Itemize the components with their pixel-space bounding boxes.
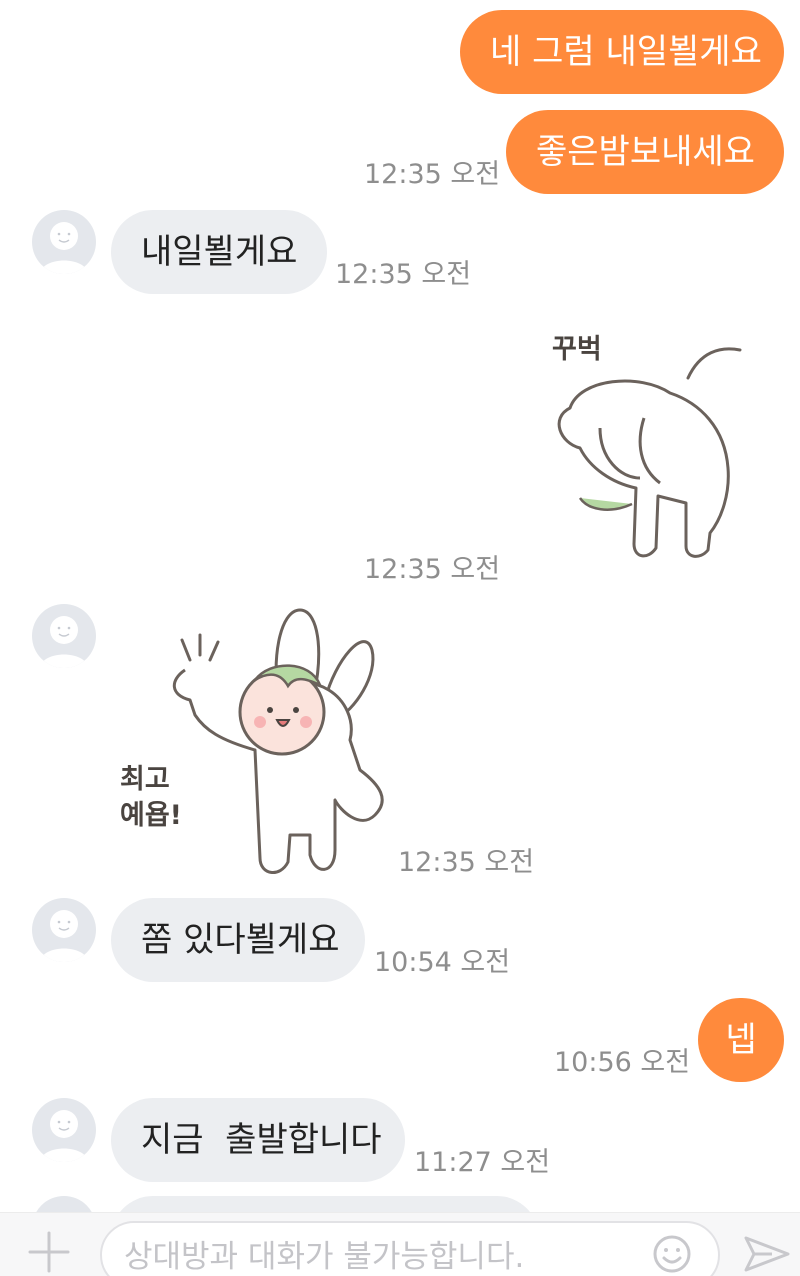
- message-bubble-outgoing[interactable]: 좋은밤보내세요: [506, 110, 784, 194]
- avatar[interactable]: [32, 898, 96, 962]
- default-avatar-icon: [40, 1110, 88, 1162]
- message-timestamp: 12:35 오전: [364, 554, 501, 585]
- send-icon[interactable]: [742, 1232, 792, 1276]
- message-timestamp: 10:54 오전: [374, 947, 511, 978]
- avatar[interactable]: [32, 1196, 96, 1212]
- message-bubble-incoming[interactable]: 쫌 있다뵐게요: [111, 898, 365, 982]
- default-avatar-icon: [40, 616, 88, 668]
- sticker-bowing-bunny[interactable]: 꾸벅: [540, 318, 750, 568]
- message-timestamp: 10:56 오전: [554, 1047, 691, 1078]
- default-avatar-icon: [40, 222, 88, 274]
- sticker-caption: 꾸벅: [552, 334, 602, 365]
- message-input-box[interactable]: [100, 1221, 720, 1276]
- message-timestamp: 12:35 오전: [398, 847, 535, 878]
- message-timestamp: 11:27 오전: [414, 1147, 551, 1178]
- avatar[interactable]: [32, 604, 96, 668]
- default-avatar-icon: [40, 910, 88, 962]
- message-bubble-incoming[interactable]: 내일뵐게요: [111, 210, 327, 294]
- chat-area[interactable]: 네 그럼 내일뵐게요 좋은밤보내세요 12:35 오전 내일뵐게요 12:35 …: [0, 0, 800, 1212]
- avatar[interactable]: [32, 1098, 96, 1162]
- sticker-thumbs-up-bunny[interactable]: 최고 예욥!: [110, 600, 390, 885]
- emoji-icon[interactable]: [650, 1232, 694, 1276]
- message-input[interactable]: [124, 1235, 644, 1276]
- sticker-caption: 최고: [120, 764, 170, 795]
- avatar[interactable]: [32, 210, 96, 274]
- sticker-caption: 예욥!: [120, 800, 182, 831]
- message-bubble-incoming[interactable]: [111, 1196, 539, 1212]
- message-bubble-incoming[interactable]: 지금 출발합니다: [111, 1098, 405, 1182]
- message-timestamp: 12:35 오전: [364, 159, 501, 190]
- message-bubble-outgoing[interactable]: 넵: [698, 998, 784, 1082]
- message-bubble-outgoing[interactable]: 네 그럼 내일뵐게요: [460, 10, 784, 94]
- plus-icon[interactable]: [24, 1227, 74, 1276]
- message-timestamp: 12:35 오전: [335, 259, 472, 290]
